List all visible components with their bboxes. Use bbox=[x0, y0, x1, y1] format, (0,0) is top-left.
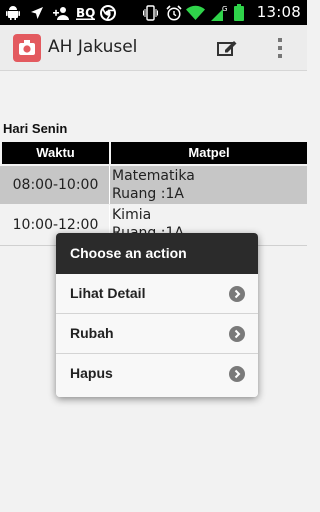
wifi-icon bbox=[186, 4, 205, 21]
chevron-right-icon bbox=[229, 326, 245, 342]
app-title: AH Jakusel bbox=[48, 37, 138, 57]
edit-icon[interactable] bbox=[213, 34, 241, 62]
subject-name: Kimia bbox=[112, 207, 152, 223]
svg-text:G x: G x bbox=[222, 5, 229, 13]
status-bar: BQ G x 13:08 bbox=[0, 0, 307, 25]
option-label: Hapus bbox=[70, 365, 113, 381]
chrome-icon bbox=[99, 4, 116, 21]
table-row[interactable]: 08:00-10:00 Matematika Ruang :1A bbox=[0, 166, 307, 204]
subject-room: Ruang :1A bbox=[112, 186, 184, 202]
dialog-header: Choose an action bbox=[56, 233, 258, 274]
android-icon bbox=[5, 4, 21, 21]
option-label: Lihat Detail bbox=[70, 285, 146, 301]
dialog-title: Choose an action bbox=[70, 245, 187, 261]
table-header: Waktu Matpel bbox=[0, 142, 307, 164]
rubah-option[interactable]: Rubah bbox=[56, 314, 258, 354]
vibrate-icon bbox=[142, 4, 158, 21]
navigation-icon bbox=[29, 4, 45, 21]
row-time: 08:00-10:00 bbox=[12, 177, 99, 193]
add-contact-icon bbox=[52, 4, 70, 21]
column-divider bbox=[109, 166, 110, 204]
chevron-right-icon bbox=[229, 366, 245, 382]
signal-icon: G x bbox=[209, 4, 229, 21]
chevron-right-icon bbox=[229, 286, 245, 302]
overflow-menu-icon[interactable] bbox=[270, 34, 290, 62]
bq-icon: BQ bbox=[75, 4, 95, 21]
hapus-option[interactable]: Hapus bbox=[56, 354, 258, 397]
alarm-icon bbox=[165, 4, 182, 21]
svg-text:BQ: BQ bbox=[76, 6, 95, 20]
action-bar: AH Jakusel bbox=[0, 25, 307, 71]
column-header-waktu: Waktu bbox=[2, 142, 109, 164]
app-icon[interactable] bbox=[13, 34, 41, 62]
lihat-detail-option[interactable]: Lihat Detail bbox=[56, 274, 258, 314]
day-label: Hari Senin bbox=[3, 121, 68, 136]
subject-name: Matematika bbox=[112, 168, 195, 184]
row-subject: Matematika Ruang :1A bbox=[112, 167, 195, 203]
action-dialog: Choose an action Lihat Detail Rubah Hapu… bbox=[56, 233, 258, 397]
status-time: 13:08 bbox=[256, 3, 301, 21]
option-label: Rubah bbox=[70, 325, 114, 341]
battery-icon bbox=[234, 4, 244, 21]
column-header-matpel: Matpel bbox=[111, 142, 307, 164]
